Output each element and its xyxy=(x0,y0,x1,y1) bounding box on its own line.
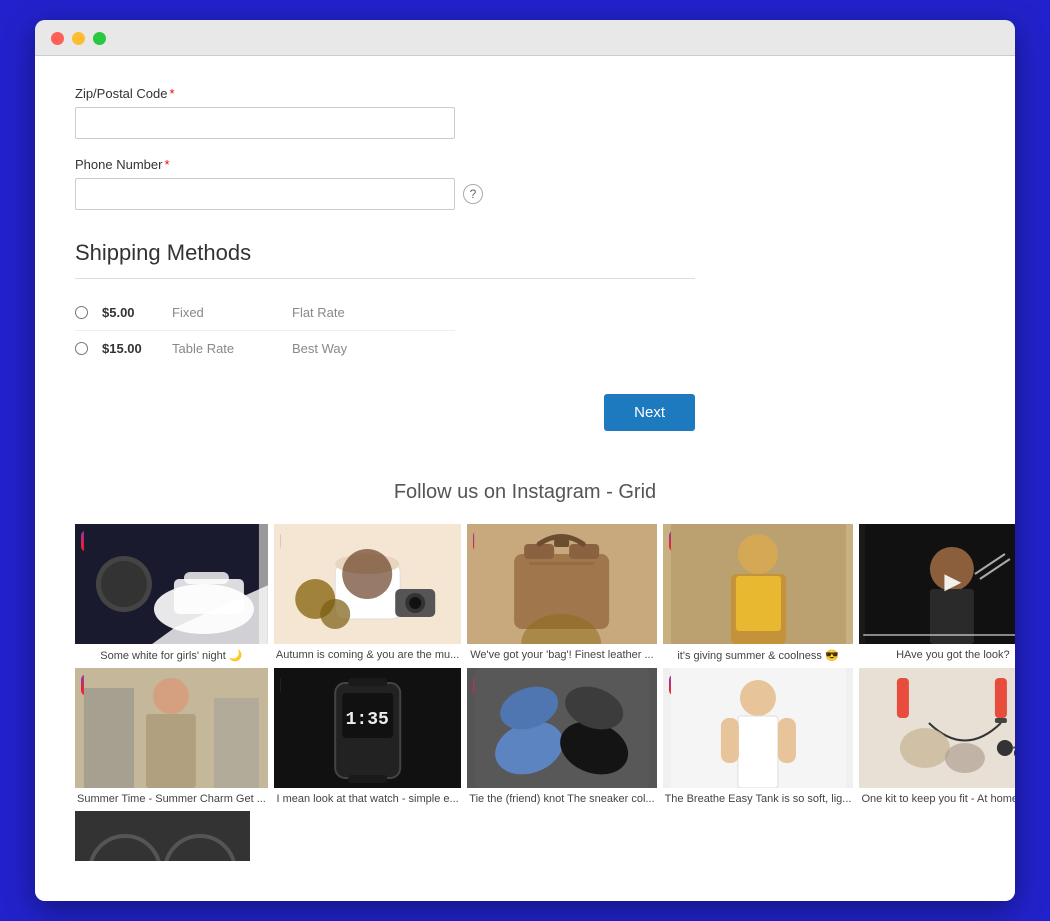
instagram-item-10[interactable]: One kit to keep you fit - At home wo... xyxy=(859,668,1015,805)
phone-label-text: Phone Number xyxy=(75,157,162,172)
shipping-name-1: Flat Rate xyxy=(292,305,345,320)
instagram-thumb-5: ▶ ⋯ xyxy=(859,524,1015,644)
minimize-button[interactable] xyxy=(72,32,85,45)
browser-chrome xyxy=(35,20,1015,56)
form-section: Zip/Postal Code* Phone Number* ? xyxy=(75,86,975,210)
phone-help-icon[interactable]: ? xyxy=(463,184,483,204)
instagram-partial-row xyxy=(75,811,975,861)
instagram-grid: Some white for girls' night 🌙 xyxy=(75,524,975,805)
phone-input[interactable] xyxy=(75,178,455,210)
instagram-caption-9: The Breathe Easy Tank is so soft, lig... xyxy=(663,793,854,805)
instagram-thumb-3 xyxy=(467,524,656,644)
instagram-caption-8: Tie the (friend) knot The sneaker col... xyxy=(467,793,656,805)
video-controls: ⋯ xyxy=(859,629,1015,640)
shipping-divider xyxy=(75,278,695,279)
instagram-caption-10: One kit to keep you fit - At home wo... xyxy=(859,793,1015,805)
shipping-type-2: Table Rate xyxy=(172,341,292,356)
instagram-item-8[interactable]: Tie the (friend) knot The sneaker col... xyxy=(467,668,656,805)
phone-field-group: Phone Number* ? xyxy=(75,157,975,210)
browser-window: Zip/Postal Code* Phone Number* ? Shippin… xyxy=(35,20,1015,901)
next-button[interactable]: Next xyxy=(604,394,695,431)
shipping-option-1: $5.00 Fixed Flat Rate xyxy=(75,295,455,331)
zip-label: Zip/Postal Code* xyxy=(75,86,975,101)
instagram-thumb-9 xyxy=(663,668,854,788)
instagram-caption-2: Autumn is coming & you are the mu... xyxy=(274,649,461,661)
zip-input[interactable] xyxy=(75,107,455,139)
progress-bar xyxy=(863,634,1015,636)
instagram-caption-4: it's giving summer & coolness 😎 xyxy=(663,649,854,662)
instagram-thumb-10 xyxy=(859,668,1015,788)
shipping-radio-2[interactable] xyxy=(75,342,88,355)
instagram-item-4[interactable]: it's giving summer & coolness 😎 xyxy=(663,524,854,662)
shipping-radio-1[interactable] xyxy=(75,306,88,319)
phone-required-star: * xyxy=(164,157,169,172)
instagram-item-6[interactable]: Summer Time - Summer Charm Get ... xyxy=(75,668,268,805)
phone-row: ? xyxy=(75,178,975,210)
zip-label-text: Zip/Postal Code xyxy=(75,86,168,101)
instagram-caption-7: I mean look at that watch - simple e... xyxy=(274,793,461,805)
shipping-price-2: $15.00 xyxy=(102,341,172,356)
instagram-caption-3: We've got your 'bag'! Finest leather ... xyxy=(467,649,656,661)
svg-text:1:35: 1:35 xyxy=(345,710,388,730)
instagram-thumb-4 xyxy=(663,524,854,644)
play-button: ▶ xyxy=(944,568,961,594)
instagram-section: Follow us on Instagram - Grid xyxy=(75,471,975,861)
shipping-section: Shipping Methods $5.00 Fixed Flat Rate $… xyxy=(75,240,975,366)
instagram-item-1[interactable]: Some white for girls' night 🌙 xyxy=(75,524,268,662)
instagram-thumb-6 xyxy=(75,668,268,788)
phone-label: Phone Number* xyxy=(75,157,975,172)
shipping-type-1: Fixed xyxy=(172,305,292,320)
instagram-item-2[interactable]: Autumn is coming & you are the mu... xyxy=(274,524,461,662)
instagram-caption-5: HAve you got the look? xyxy=(859,649,1015,661)
instagram-thumb-7: 1:35 xyxy=(274,668,461,788)
zip-field-group: Zip/Postal Code* xyxy=(75,86,975,139)
shipping-name-2: Best Way xyxy=(292,341,347,356)
maximize-button[interactable] xyxy=(93,32,106,45)
instagram-item-11[interactable] xyxy=(75,811,250,861)
instagram-caption-6: Summer Time - Summer Charm Get ... xyxy=(75,793,268,805)
instagram-thumb-8 xyxy=(467,668,656,788)
instagram-thumb-11 xyxy=(75,811,250,861)
next-btn-row: Next xyxy=(75,394,975,431)
instagram-item-9[interactable]: The Breathe Easy Tank is so soft, lig... xyxy=(663,668,854,805)
shipping-option-2: $15.00 Table Rate Best Way xyxy=(75,331,455,366)
shipping-price-1: $5.00 xyxy=(102,305,172,320)
zip-required-star: * xyxy=(170,86,175,101)
instagram-item-3[interactable]: We've got your 'bag'! Finest leather ... xyxy=(467,524,656,662)
close-button[interactable] xyxy=(51,32,64,45)
instagram-section-title: Follow us on Instagram - Grid xyxy=(75,481,975,504)
instagram-item-7[interactable]: 1:35 I mean look at that watch - simple … xyxy=(274,668,461,805)
shipping-title: Shipping Methods xyxy=(75,240,975,266)
instagram-caption-1: Some white for girls' night 🌙 xyxy=(75,649,268,662)
browser-content: Zip/Postal Code* Phone Number* ? Shippin… xyxy=(35,56,1015,901)
instagram-thumb-2 xyxy=(274,524,461,644)
instagram-item-5[interactable]: ▶ ⋯ HAve you got the look? xyxy=(859,524,1015,662)
instagram-thumb-1 xyxy=(75,524,268,644)
